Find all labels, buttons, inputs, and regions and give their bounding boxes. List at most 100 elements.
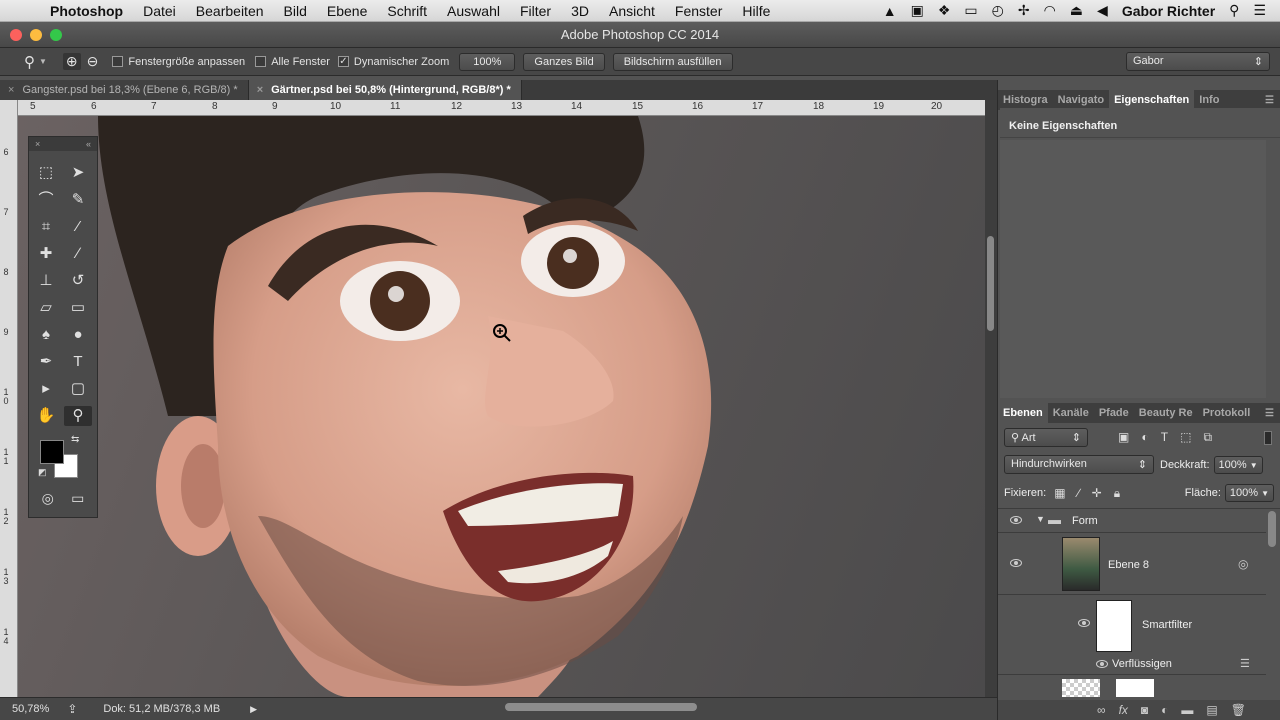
eject-icon[interactable]: ⏏ xyxy=(1070,2,1083,19)
visibility-eye-icon[interactable] xyxy=(1010,516,1022,524)
minimize-window-icon[interactable] xyxy=(30,29,42,41)
dynamic-zoom-option[interactable]: ✓ Dynamischer Zoom xyxy=(337,56,449,68)
lock-position-icon[interactable]: ✛ xyxy=(1092,486,1102,500)
time-machine-icon[interactable]: ◴ xyxy=(992,2,1004,19)
hat-icon[interactable]: ▲ xyxy=(883,3,897,19)
zoom-window-icon[interactable] xyxy=(50,29,62,41)
image-canvas-artwork[interactable] xyxy=(18,116,985,697)
tool-preset-dropdown-icon[interactable]: ▼ xyxy=(39,57,47,66)
tab-gangster[interactable]: × Gangster.psd bei 18,3% (Ebene 6, RGB/8)… xyxy=(0,80,249,100)
all-windows-checkbox[interactable] xyxy=(255,56,267,68)
close-window-icon[interactable] xyxy=(10,29,22,41)
link-layers-icon[interactable]: ∞ xyxy=(1097,703,1106,717)
zoom-icon[interactable]: ⚲ xyxy=(64,406,92,426)
menu-fenster[interactable]: Fenster xyxy=(665,0,732,22)
new-group-icon[interactable]: ▬ xyxy=(1181,703,1193,717)
pen-icon[interactable]: ✒ xyxy=(32,352,60,372)
group-expand-icon[interactable]: ▼ xyxy=(1036,514,1045,524)
quickmask-icon[interactable]: ◎ xyxy=(42,490,54,507)
sync-icon[interactable]: ✢ xyxy=(1018,2,1030,19)
menu-schrift[interactable]: Schrift xyxy=(377,0,437,22)
wifi-icon[interactable]: ◠ xyxy=(1044,2,1056,19)
tab-paths[interactable]: Pfade xyxy=(1094,403,1134,423)
swap-colors-icon[interactable]: ⇆ xyxy=(71,434,79,445)
crop-icon[interactable]: ⌗ xyxy=(32,217,60,237)
layer-row-group[interactable]: ▼ ▬ Form xyxy=(998,509,1266,533)
close-panel-icon[interactable]: × xyxy=(35,137,40,151)
menu-filter[interactable]: Filter xyxy=(510,0,561,22)
user-name[interactable]: Gabor Richter xyxy=(1122,3,1215,19)
close-tab-icon[interactable]: × xyxy=(8,84,14,96)
menu-bearbeiten[interactable]: Bearbeiten xyxy=(186,0,274,22)
eraser-icon[interactable]: ▱ xyxy=(32,298,60,318)
resize-window-option[interactable]: Fenstergröße anpassen xyxy=(112,56,245,68)
filter-mask-thumbnail[interactable] xyxy=(1096,600,1132,652)
opacity-field[interactable]: 100% ▼ xyxy=(1213,455,1263,474)
all-windows-option[interactable]: Alle Fenster xyxy=(255,56,330,68)
type-icon[interactable]: T xyxy=(64,352,92,372)
smart-filter-badge-icon[interactable]: ◎ xyxy=(1238,557,1248,571)
delete-layer-icon[interactable]: 🗑︎ xyxy=(1231,703,1246,717)
tab-properties[interactable]: Eigenschaften xyxy=(1109,90,1195,110)
export-icon[interactable]: ⇪ xyxy=(67,702,77,716)
tab-info[interactable]: Info xyxy=(1194,90,1224,110)
type-filter-icon[interactable]: T xyxy=(1161,430,1168,444)
spotlight-search-icon[interactable]: ⚲ xyxy=(1229,2,1239,19)
panel-menu-icon[interactable]: ☰ xyxy=(1265,95,1280,106)
lock-pixels-icon[interactable]: ∕ xyxy=(1078,486,1080,500)
tab-gaertner[interactable]: × Gärtner.psd bei 50,8% (Hintergrund, RGB… xyxy=(248,80,522,100)
filter-toggle[interactable] xyxy=(1264,430,1272,445)
blur-icon[interactable]: ♠ xyxy=(32,325,60,345)
hand-icon[interactable]: ✋ xyxy=(32,406,60,426)
resize-window-checkbox[interactable] xyxy=(112,56,124,68)
vertical-ruler[interactable]: 6 7 8 9 1 0 1 1 1 2 1 3 1 4 xyxy=(0,100,18,697)
history-brush-icon[interactable]: ↺ xyxy=(64,271,92,291)
tools-panel-header[interactable]: × « xyxy=(29,137,97,151)
layer-name[interactable]: Form xyxy=(1072,515,1098,527)
layer-row-next[interactable] xyxy=(998,675,1266,699)
menu-bild[interactable]: Bild xyxy=(274,0,317,22)
add-mask-icon[interactable]: ◙ xyxy=(1141,703,1148,717)
lasso-icon[interactable]: ⌒ xyxy=(32,190,60,210)
eyedropper-icon[interactable]: ⁄ xyxy=(64,217,92,237)
fill-field[interactable]: 100% ▼ xyxy=(1224,484,1274,502)
fill-screen-button[interactable]: Bildschirm ausfüllen xyxy=(612,52,733,71)
layers-scrollbar-thumb[interactable] xyxy=(1268,511,1276,547)
fit-screen-button[interactable]: Ganzes Bild xyxy=(523,52,605,71)
document-canvas[interactable] xyxy=(18,116,985,697)
status-box-icon[interactable]: ▣ xyxy=(911,2,924,19)
move-icon[interactable]: ➤ xyxy=(64,163,92,183)
smartobject-filter-icon[interactable]: ⧉ xyxy=(1204,430,1213,444)
tab-history[interactable]: Protokoll xyxy=(1198,403,1256,423)
menu-hilfe[interactable]: Hilfe xyxy=(732,0,780,22)
tab-beauty[interactable]: Beauty Re xyxy=(1134,403,1198,423)
tab-layers[interactable]: Ebenen xyxy=(998,403,1048,423)
horizontal-ruler[interactable]: 5 6 7 8 9 10 11 12 13 14 15 16 17 18 19 … xyxy=(18,100,985,116)
vertical-scrollbar-thumb[interactable] xyxy=(987,236,994,331)
adjustment-layer-icon[interactable]: ◐ xyxy=(1161,703,1168,717)
marquee-icon[interactable]: ⬚ xyxy=(32,163,60,183)
dynamic-zoom-checkbox[interactable]: ✓ xyxy=(337,56,349,68)
volume-icon[interactable]: ◀ xyxy=(1097,2,1108,19)
tab-histogram[interactable]: Histogra xyxy=(998,90,1053,110)
zoom-100-button[interactable]: 100% xyxy=(459,52,516,71)
default-colors-icon[interactable]: ◩ xyxy=(38,467,47,478)
zoom-tool-icon[interactable]: ⚲ xyxy=(24,53,35,71)
foreground-color-swatch[interactable] xyxy=(40,440,64,464)
path-select-icon[interactable]: ▸ xyxy=(32,379,60,399)
healing-icon[interactable]: ✚ xyxy=(32,244,60,264)
brush-icon[interactable]: ∕ xyxy=(64,244,92,264)
visibility-eye-icon[interactable] xyxy=(1096,660,1108,668)
layer-row-smartobject[interactable]: Ebene 8 ◎ xyxy=(998,533,1266,595)
visibility-eye-icon[interactable] xyxy=(1078,619,1090,627)
zoom-out-icon[interactable]: ⊖ xyxy=(87,53,99,70)
screen-mode-icon[interactable]: ▭ xyxy=(71,490,84,507)
menu-ansicht[interactable]: Ansicht xyxy=(599,0,665,22)
layer-row-smartfilter[interactable]: Smartfilter xyxy=(998,595,1266,655)
menu-auswahl[interactable]: Auswahl xyxy=(437,0,510,22)
layer-name[interactable]: Ebene 8 xyxy=(1108,559,1149,571)
dodge-icon[interactable]: ● xyxy=(64,325,92,345)
blend-mode-select[interactable]: Hindurchwirken ⇕ xyxy=(1004,455,1154,474)
layer-style-icon[interactable]: fx xyxy=(1119,703,1128,717)
close-tab-icon[interactable]: × xyxy=(257,84,263,96)
